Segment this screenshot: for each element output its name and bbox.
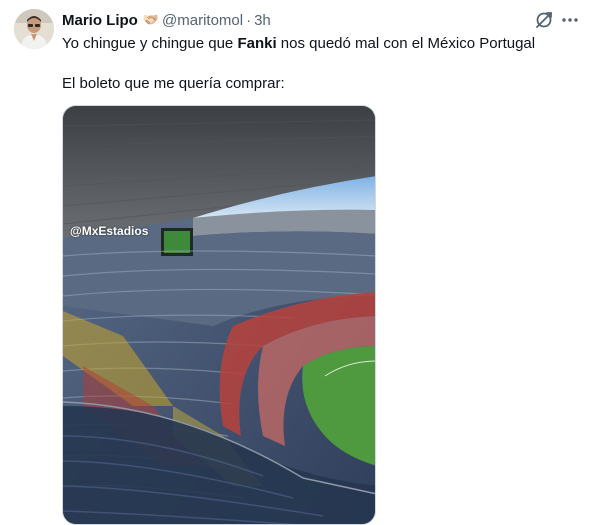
- tweet-text-mention: Fanki: [237, 35, 277, 52]
- avatar[interactable]: [14, 9, 54, 49]
- tweet-header: Mario Lipo 🫱🏻‍🫲🏼 @maritomol · 3h: [62, 10, 271, 30]
- tweet-photo[interactable]: @MxEstadios: [62, 105, 376, 525]
- separator-dot: ·: [246, 11, 252, 29]
- avatar-image: [14, 9, 54, 49]
- grok-icon: [536, 12, 552, 28]
- tweet-text-part: nos quedó mal con el México Portugal: [276, 35, 536, 52]
- tweet-text-line1: Yo chingue y chingue que Fanki nos quedó…: [62, 34, 535, 54]
- tweet: Mario Lipo 🫱🏻‍🫲🏼 @maritomol · 3h Yo chin…: [0, 0, 592, 525]
- photo-watermark: @MxEstadios: [70, 224, 149, 238]
- grok-button[interactable]: [533, 9, 555, 31]
- more-icon: [562, 18, 578, 22]
- tweet-text-line2: El boleto que me quería comprar:: [62, 75, 285, 92]
- more-button[interactable]: [559, 9, 581, 31]
- stadium-photo: [63, 106, 375, 524]
- author-emoji: 🫱🏻‍🫲🏼: [142, 12, 159, 27]
- author-handle[interactable]: @maritomol: [162, 12, 243, 29]
- tweet-time[interactable]: 3h: [254, 12, 271, 29]
- author-name[interactable]: Mario Lipo: [62, 12, 138, 29]
- tweet-text-part: Yo chingue y chingue que: [62, 35, 238, 52]
